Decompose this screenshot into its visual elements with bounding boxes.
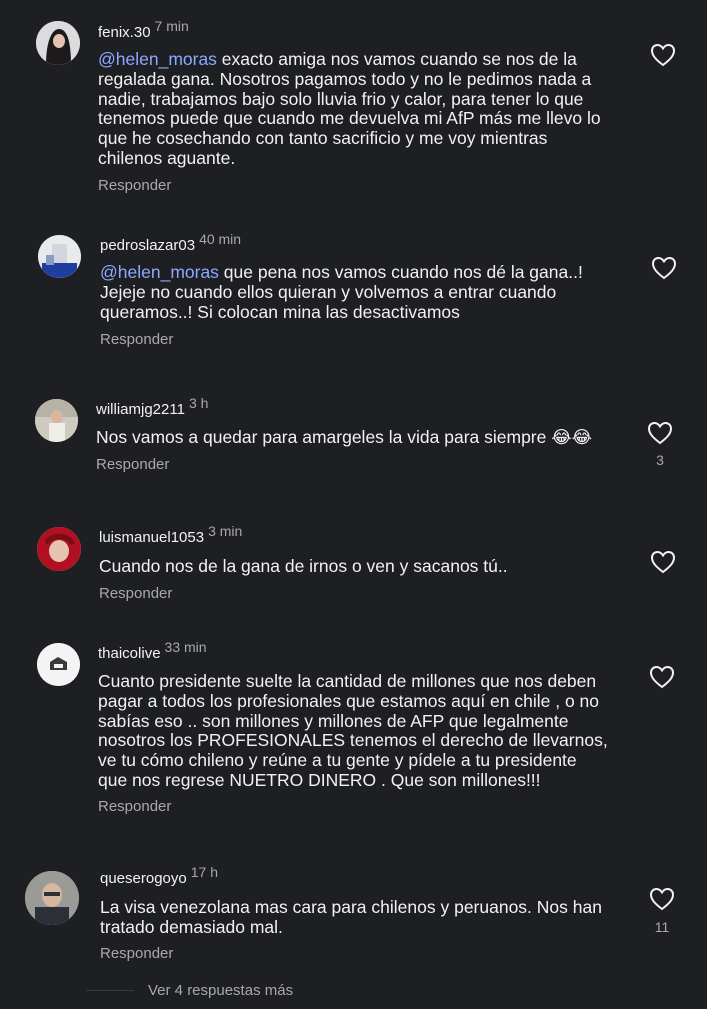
username[interactable]: pedroslazar03: [100, 237, 195, 254]
view-more-replies-button[interactable]: Ver 4 respuestas más: [148, 982, 293, 999]
reply-button[interactable]: Responder: [100, 945, 173, 962]
heart-icon[interactable]: [650, 550, 676, 574]
avatar[interactable]: [37, 527, 81, 571]
comment-text: Nos vamos a quedar para amargeles la vid…: [96, 427, 593, 447]
avatar[interactable]: [38, 235, 81, 278]
avatar[interactable]: [35, 399, 78, 442]
heart-icon[interactable]: [651, 256, 677, 280]
timestamp: 3 h: [188, 395, 209, 411]
like-count: 3: [656, 452, 664, 468]
timestamp: 40 min: [199, 231, 242, 247]
reply-button[interactable]: Responder: [100, 331, 173, 348]
avatar[interactable]: [37, 643, 80, 686]
avatar[interactable]: [25, 871, 79, 925]
username[interactable]: thaicolive: [98, 645, 161, 662]
divider-line: [86, 990, 134, 991]
comment-text: Cuando nos de la gana de irnos o ven y s…: [99, 556, 508, 576]
username[interactable]: fenix.30: [98, 24, 151, 41]
username[interactable]: luismanuel1053: [99, 529, 204, 546]
timestamp: 17 h: [190, 864, 218, 880]
timestamp: 3 min: [208, 523, 243, 539]
comment-text: Cuanto presidente suelte la cantidad de …: [98, 671, 608, 790]
reply-button[interactable]: Responder: [98, 177, 171, 194]
comment-text: @helen_moras que pena nos vamos cuando n…: [100, 262, 583, 322]
heart-icon[interactable]: [647, 421, 673, 445]
mention-link[interactable]: @helen_moras: [100, 262, 219, 282]
timestamp: 7 min: [154, 18, 189, 34]
heart-icon[interactable]: [649, 887, 675, 911]
reply-button[interactable]: Responder: [99, 585, 172, 602]
comment-text: @helen_moras exacto amiga nos vamos cuan…: [98, 49, 601, 168]
heart-icon[interactable]: [650, 43, 676, 67]
username[interactable]: williamjg2211: [96, 401, 185, 418]
mention-link[interactable]: @helen_moras: [98, 49, 217, 69]
like-count: 11: [654, 919, 670, 935]
heart-icon[interactable]: [649, 665, 675, 689]
timestamp: 33 min: [164, 639, 207, 655]
reply-button[interactable]: Responder: [98, 798, 171, 815]
avatar[interactable]: [36, 21, 80, 65]
comment-text: La visa venezolana mas cara para chileno…: [100, 897, 602, 937]
username[interactable]: queserogoyo: [100, 870, 187, 887]
reply-button[interactable]: Responder: [96, 456, 169, 473]
